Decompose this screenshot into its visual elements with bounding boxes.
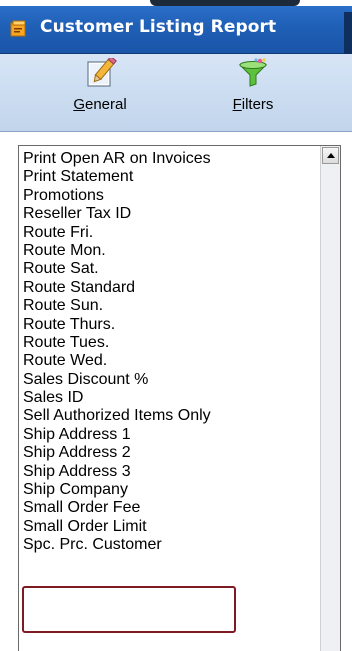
funnel-filter-icon [238, 58, 268, 87]
list-item[interactable]: Sales ID [21, 389, 321, 407]
list-item[interactable]: Promotions [21, 187, 321, 205]
list-item[interactable]: Spc. Prc. Customer [21, 536, 321, 554]
list-item[interactable]: Route Fri. [21, 224, 321, 242]
customer-listing-report-window: Customer Listing Report General Filters … [0, 0, 352, 651]
scroll-up-arrow-icon[interactable] [322, 147, 339, 164]
list-item[interactable]: Print Open AR on Invoices [21, 150, 321, 168]
pencil-edit-icon [87, 58, 117, 87]
list-item[interactable]: Route Standard [21, 279, 321, 297]
list-item[interactable]: Ship Address 3 [21, 463, 321, 481]
list-item[interactable]: Small Order Fee [21, 499, 321, 517]
list-item[interactable]: Small Order Limit [21, 518, 321, 536]
list-item[interactable]: Route Mon. [21, 242, 321, 260]
field-list: Print Open AR on Invoices Print Statement… [21, 150, 321, 555]
app-icon [10, 20, 26, 37]
list-item[interactable]: Route Wed. [21, 352, 321, 370]
list-item[interactable]: Route Sun. [21, 297, 321, 315]
list-item[interactable]: Ship Address 2 [21, 444, 321, 462]
general-button-label: General [73, 96, 127, 113]
general-button[interactable]: General [62, 58, 138, 124]
window-title: Customer Listing Report [40, 17, 277, 37]
title-bar-edge [344, 12, 352, 60]
list-item[interactable]: Ship Address 1 [21, 426, 321, 444]
list-item[interactable]: Sales Discount % [21, 371, 321, 389]
field-listbox[interactable]: Print Open AR on Invoices Print Statement… [18, 145, 341, 651]
list-item[interactable]: Print Statement [21, 168, 321, 186]
list-item[interactable]: Route Tues. [21, 334, 321, 352]
filters-button-label: Filters [232, 96, 274, 113]
list-item[interactable]: Route Thurs. [21, 316, 321, 334]
title-bar[interactable]: Customer Listing Report [0, 6, 352, 60]
list-item[interactable]: Reseller Tax ID [21, 205, 321, 223]
toolbar: General Filters [0, 54, 352, 132]
list-item[interactable]: Sell Authorized Items Only [21, 407, 321, 425]
vertical-scrollbar[interactable] [320, 146, 340, 651]
filters-button[interactable]: Filters [218, 58, 288, 124]
list-item[interactable]: Ship Company [21, 481, 321, 499]
list-item[interactable]: Route Sat. [21, 260, 321, 278]
